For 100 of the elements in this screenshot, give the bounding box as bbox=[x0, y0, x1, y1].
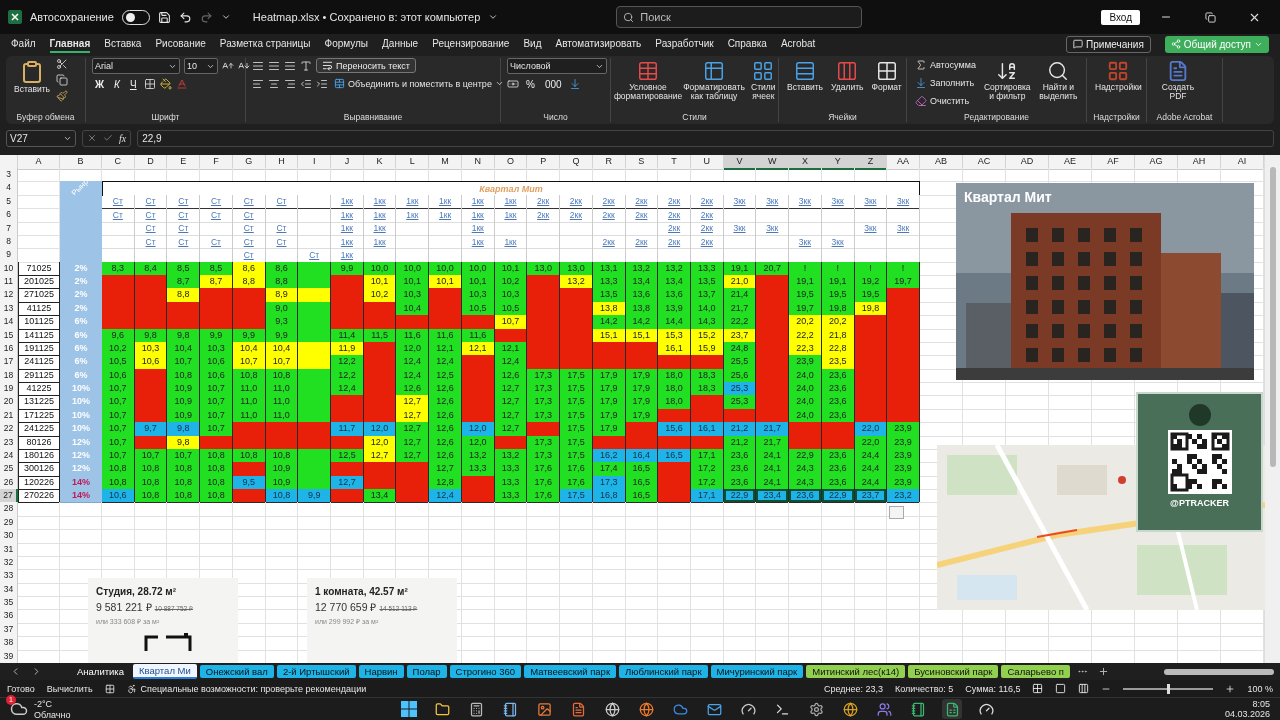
styles-button[interactable]: Форматировать как таблицу bbox=[683, 58, 745, 104]
flat-type-link[interactable]: Ст bbox=[145, 209, 156, 220]
menu-tab[interactable]: Файл bbox=[11, 35, 36, 53]
flat-type-link[interactable]: Ст bbox=[243, 223, 254, 234]
formula-field[interactable]: 22,9 bbox=[137, 129, 1274, 147]
column-letter[interactable]: L bbox=[396, 155, 430, 170]
row-number[interactable]: 33 bbox=[0, 569, 18, 584]
row-number[interactable]: 28 bbox=[0, 502, 18, 517]
column-letter[interactable]: AH bbox=[1177, 155, 1221, 170]
row-number[interactable]: 30 bbox=[0, 529, 18, 544]
sheet-tab[interactable]: Мичуринский парк bbox=[710, 665, 804, 678]
flat-type-link[interactable]: Ст bbox=[145, 236, 156, 247]
flat-type-link[interactable]: 2кк bbox=[700, 196, 713, 207]
flat-type-link[interactable]: 2кк bbox=[602, 196, 615, 207]
styles-button[interactable]: Стили ячеек bbox=[749, 58, 778, 104]
wrap-text-button[interactable]: Переносить текст bbox=[316, 58, 416, 73]
flat-type-link[interactable]: 2кк bbox=[700, 209, 713, 220]
flat-type-link[interactable]: 3кк bbox=[733, 196, 746, 207]
row-number[interactable]: 36 bbox=[0, 609, 18, 624]
row-number[interactable]: 14 bbox=[0, 315, 18, 330]
sheet-tab[interactable]: Онежский вал bbox=[199, 665, 274, 678]
column-letter[interactable]: K bbox=[363, 155, 397, 170]
flat-type-link[interactable]: 1кк bbox=[373, 196, 386, 207]
column-letter[interactable]: T bbox=[658, 155, 691, 170]
row-number[interactable]: 11 bbox=[0, 275, 18, 290]
file-title[interactable]: Heatmap.xlsx • Сохранено в: этот компьютер bbox=[252, 11, 481, 23]
cells-button[interactable]: Формат bbox=[869, 58, 904, 95]
sheet-tab[interactable]: Полар bbox=[406, 665, 447, 678]
flat-type-link[interactable]: 3кк bbox=[831, 236, 844, 247]
column-letter[interactable]: F bbox=[200, 155, 233, 170]
row-number[interactable]: 17 bbox=[0, 355, 18, 370]
column-letter[interactable]: AE bbox=[1048, 155, 1092, 170]
editing-button[interactable]: Найти и выделить bbox=[1036, 58, 1080, 104]
underline-button[interactable]: Ч bbox=[126, 78, 140, 90]
flat-type-link[interactable]: Ст bbox=[211, 209, 222, 220]
column-letter[interactable]: AC bbox=[962, 155, 1006, 170]
menu-tab[interactable]: Рисование bbox=[155, 35, 206, 53]
menu-tab[interactable]: Данные bbox=[382, 35, 419, 53]
flat-type-link[interactable]: Ст bbox=[145, 196, 156, 207]
flat-type-link[interactable]: 1кк bbox=[373, 223, 386, 234]
flat-type-link[interactable]: Ст bbox=[211, 236, 222, 247]
flat-type-link[interactable]: 3кк bbox=[798, 236, 812, 247]
bold-button[interactable]: Ж bbox=[92, 78, 108, 90]
row-number[interactable]: 6 bbox=[0, 208, 18, 223]
flat-type-link[interactable]: Ст bbox=[243, 196, 254, 207]
flat-type-link[interactable]: 2кк bbox=[635, 209, 648, 220]
column-letter[interactable]: E bbox=[167, 155, 201, 170]
sheet-tab[interactable]: 2-й Иртышский bbox=[276, 665, 356, 678]
column-letter[interactable]: O bbox=[494, 155, 528, 170]
flat-type-link[interactable]: 3кк bbox=[766, 196, 779, 207]
row-number[interactable]: 12 bbox=[0, 288, 18, 303]
number-format-select[interactable]: Числовой bbox=[507, 58, 607, 74]
editing-button[interactable]: Сортировка и фильтр bbox=[981, 58, 1033, 104]
row-number[interactable]: 19 bbox=[0, 382, 18, 397]
flat-type-link[interactable]: Ст bbox=[178, 209, 189, 220]
column-letter[interactable]: H bbox=[265, 155, 299, 170]
flat-type-link[interactable]: 1кк bbox=[504, 196, 517, 207]
column-letter[interactable]: AD bbox=[1005, 155, 1049, 170]
row-number[interactable]: 38 bbox=[0, 636, 18, 651]
name-box[interactable]: V27 bbox=[6, 129, 76, 147]
menu-tab[interactable]: Разработчик bbox=[655, 35, 714, 53]
flat-type-link[interactable]: 1кк bbox=[471, 196, 484, 207]
flat-type-link[interactable]: 1кк bbox=[438, 196, 452, 207]
column-letter[interactable]: AA bbox=[887, 155, 920, 170]
flat-type-link[interactable]: Ст bbox=[178, 236, 189, 247]
column-letter[interactable]: V bbox=[723, 155, 757, 170]
sheet-tab[interactable]: Саларьево п bbox=[1001, 665, 1070, 678]
create-pdf-button[interactable]: Создать PDF bbox=[1153, 58, 1203, 104]
percent-button[interactable]: % bbox=[523, 78, 538, 90]
paste-button[interactable]: Вставить bbox=[12, 58, 53, 97]
flat-type-link[interactable]: 3кк bbox=[733, 223, 746, 234]
flat-type-link[interactable]: 3кк bbox=[798, 196, 812, 207]
calculate-button[interactable]: Вычислить bbox=[46, 683, 93, 694]
font-select[interactable]: Arial bbox=[92, 58, 180, 74]
addins-button[interactable]: Надстройки bbox=[1093, 58, 1144, 95]
row-number[interactable]: 35 bbox=[0, 596, 18, 611]
column-letter[interactable]: AB bbox=[919, 155, 963, 170]
merge-button[interactable]: Объединить и поместить в центре bbox=[332, 77, 506, 90]
flat-type-link[interactable]: 3кк bbox=[864, 223, 877, 234]
column-letter[interactable]: AF bbox=[1091, 155, 1135, 170]
flat-type-link[interactable]: 1кк bbox=[504, 236, 517, 247]
flat-type-link[interactable]: 1кк bbox=[504, 209, 517, 220]
flat-type-link[interactable]: 1кк bbox=[406, 196, 419, 207]
row-number[interactable]: 3 bbox=[0, 168, 18, 183]
sheet-tab[interactable]: Квартал Ми bbox=[133, 664, 197, 679]
flat-type-link[interactable]: 2кк bbox=[635, 236, 648, 247]
flat-type-link[interactable]: 1кк bbox=[340, 236, 353, 247]
flat-type-link[interactable]: 2кк bbox=[537, 196, 550, 207]
column-letter[interactable]: C bbox=[102, 155, 135, 170]
flat-type-link[interactable]: 2кк bbox=[700, 236, 713, 247]
column-letter[interactable]: R bbox=[592, 155, 626, 170]
row-number[interactable]: 25 bbox=[0, 462, 18, 477]
cells-button[interactable]: Удалить bbox=[829, 58, 866, 95]
cells-button[interactable]: Вставить bbox=[785, 58, 826, 95]
sign-in-button[interactable]: Вход bbox=[1101, 9, 1140, 25]
flat-type-link[interactable]: 2кк bbox=[635, 196, 648, 207]
flat-type-link[interactable]: 1кк bbox=[471, 236, 484, 247]
flat-type-link[interactable]: Ст bbox=[112, 209, 123, 220]
flat-type-link[interactable]: 3кк bbox=[766, 223, 779, 234]
flat-type-link[interactable]: Ст bbox=[243, 249, 254, 260]
